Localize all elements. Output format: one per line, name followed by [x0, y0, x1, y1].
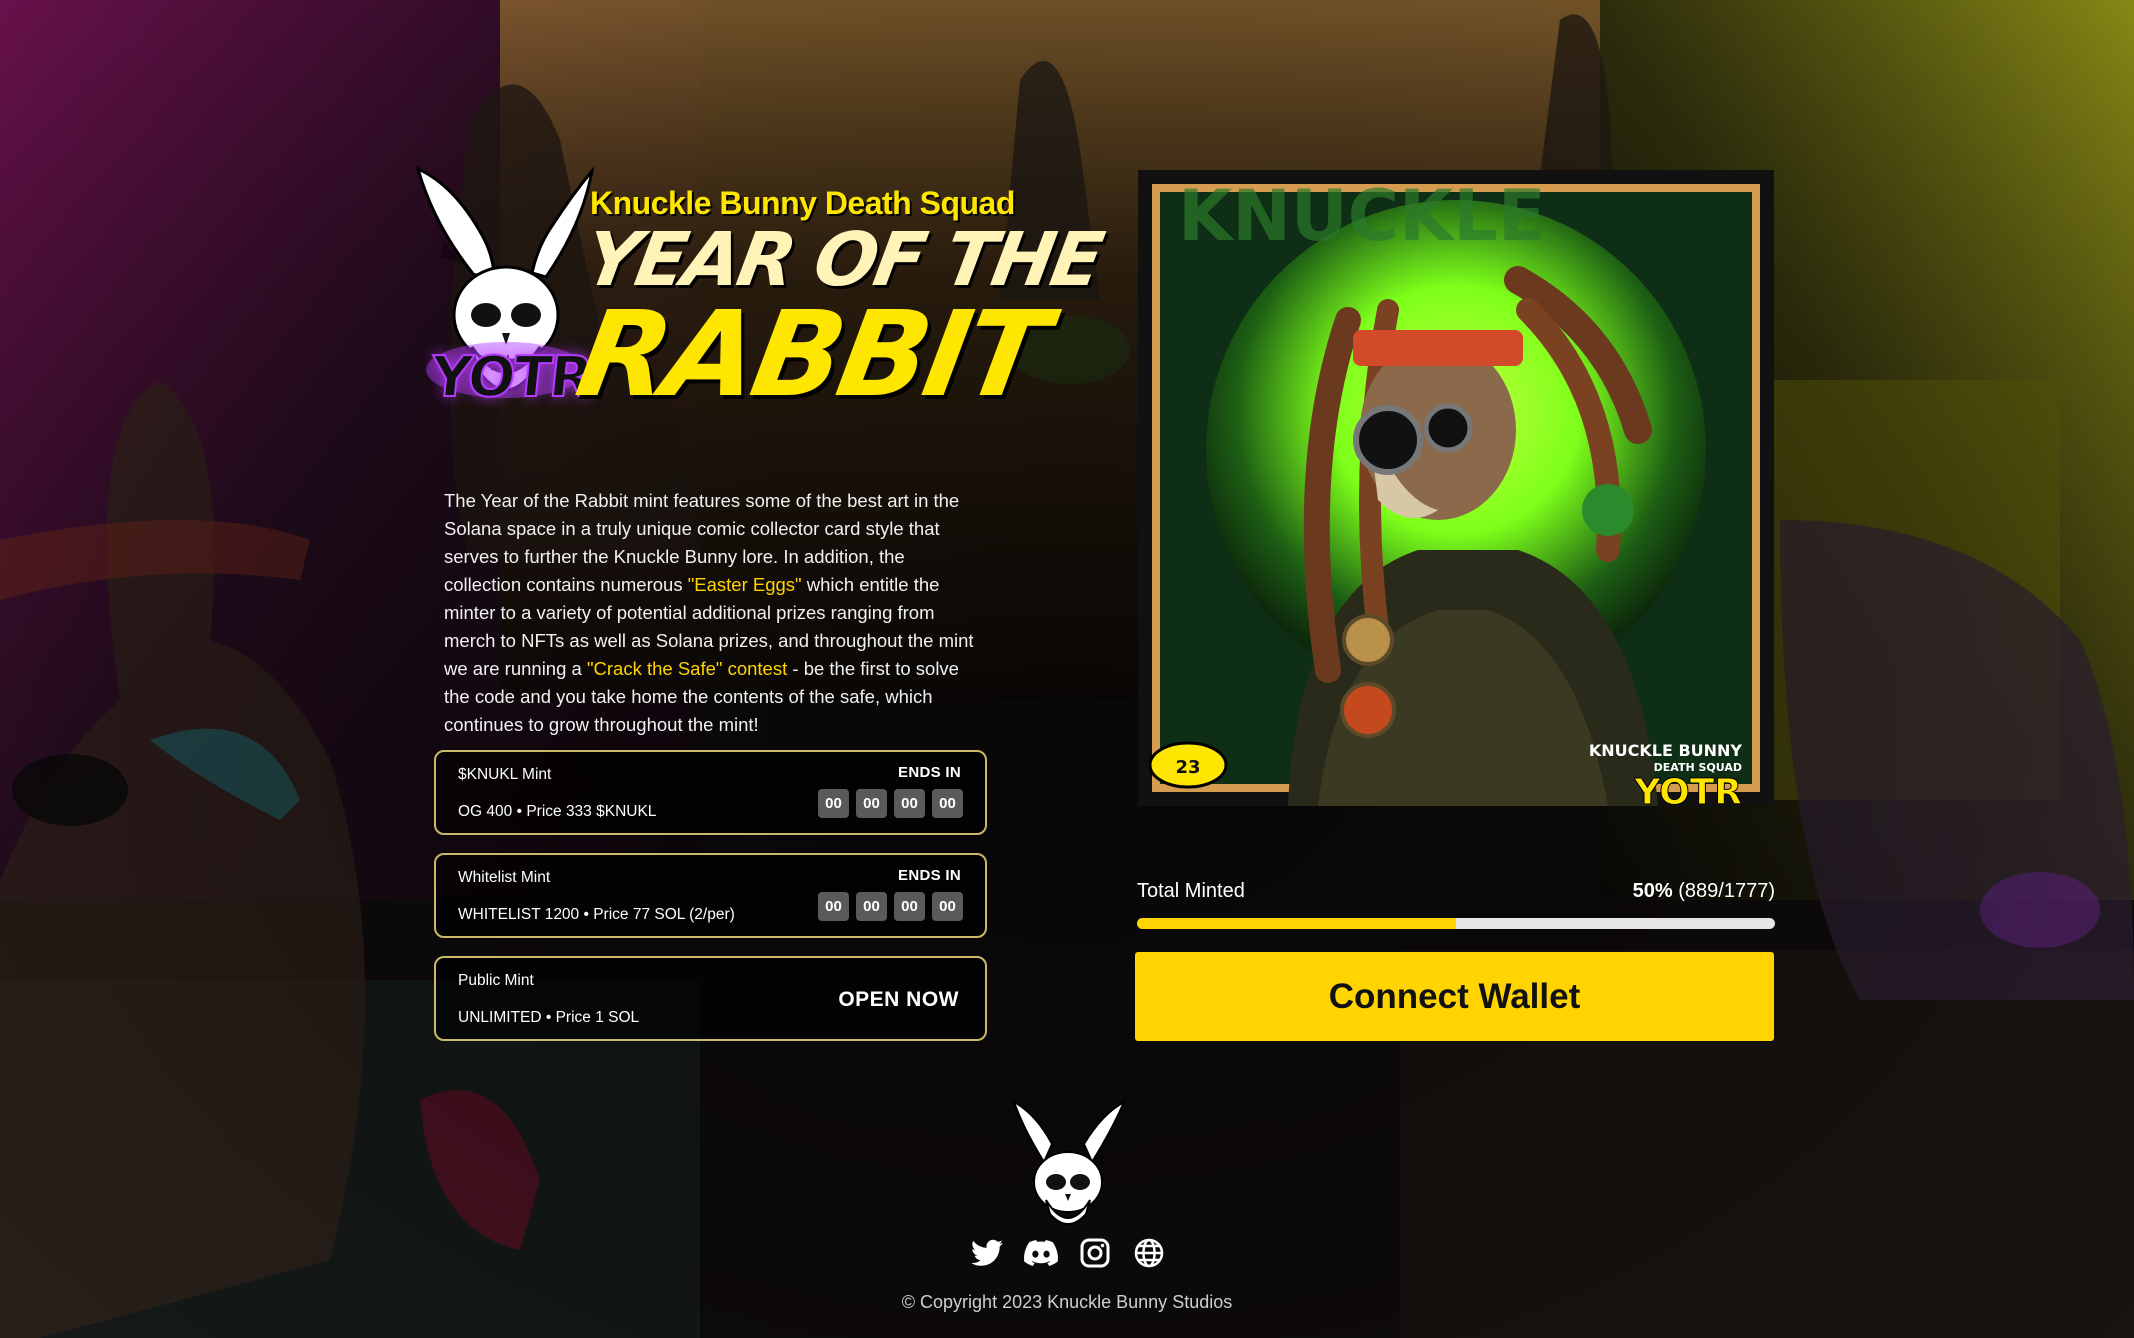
- mint-progress-fill: [1137, 918, 1457, 929]
- discord-icon[interactable]: [1024, 1236, 1058, 1270]
- collection-description: The Year of the Rabbit mint features som…: [444, 487, 984, 739]
- phase-status: ENDS IN: [898, 764, 961, 781]
- knuckle-number: 23: [1175, 757, 1200, 778]
- mint-phase-whitelist: Whitelist Mint WHITELIST 1200 • Price 77…: [434, 853, 987, 938]
- countdown-days: 00: [818, 789, 849, 818]
- countdown-seconds: 00: [932, 789, 963, 818]
- countdown-hours: 00: [856, 789, 887, 818]
- countdown-seconds: 00: [932, 892, 963, 921]
- brass-knuckle-badge: 23: [1148, 741, 1228, 789]
- total-minted-label: Total Minted: [1137, 880, 1245, 902]
- countdown-timer: 00 00 00 00: [818, 892, 963, 921]
- crack-the-safe-link[interactable]: "Crack the Safe": [587, 658, 723, 679]
- phase-name: Public Mint: [458, 972, 534, 989]
- headline-rabbit: RABBIT: [567, 285, 1055, 423]
- countdown-days: 00: [818, 892, 849, 921]
- globe-icon[interactable]: [1132, 1236, 1166, 1270]
- mint-phase-knukl: $KNUKL Mint OG 400 • Price 333 $KNUKL EN…: [434, 750, 987, 835]
- phase-detail: WHITELIST 1200 • Price 77 SOL (2/per): [458, 906, 735, 923]
- footer-rabbit-skull-icon: [1012, 1100, 1126, 1225]
- countdown-minutes: 00: [894, 892, 925, 921]
- instagram-icon[interactable]: [1078, 1236, 1112, 1270]
- svg-text:KNUCKLE: KNUCKLE: [1178, 175, 1546, 257]
- card-yotr-label: YOTR: [1633, 772, 1742, 806]
- phase-detail: OG 400 • Price 333 $KNUKL: [458, 803, 657, 820]
- countdown-minutes: 00: [894, 789, 925, 818]
- card-brand-line1: KNUCKLE BUNNY: [1589, 741, 1743, 760]
- phase-status: ENDS IN: [898, 867, 961, 884]
- nft-card-image: KNUCKLE 23 KNUCKLE BUNNY DEATH SQUAD YOT…: [1148, 175, 1760, 806]
- phase-name: Whitelist Mint: [458, 869, 551, 886]
- minted-count: (889/1777): [1678, 880, 1775, 902]
- total-minted-value: 50% (889/1777): [1633, 880, 1775, 903]
- easter-eggs-highlight: "Easter Eggs": [687, 573, 802, 595]
- countdown-timer: 00 00 00 00: [818, 789, 963, 818]
- phase-detail: UNLIMITED • Price 1 SOL: [458, 1009, 640, 1026]
- phase-open-status: OPEN NOW: [838, 988, 959, 1011]
- minted-percent: 50%: [1632, 880, 1673, 902]
- mint-progress-bar: [1137, 918, 1775, 929]
- contest-word[interactable]: contest: [722, 658, 788, 679]
- phase-name: $KNUKL Mint: [458, 766, 552, 783]
- connect-wallet-button[interactable]: Connect Wallet: [1135, 952, 1774, 1041]
- copyright-text: © Copyright 2023 Knuckle Bunny Studios: [901, 1292, 1233, 1312]
- collection-logo: YOTR Knuckle Bunny Death Squad YEAR OF T…: [414, 165, 1107, 465]
- social-links: [970, 1236, 1166, 1270]
- twitter-icon[interactable]: [970, 1236, 1004, 1270]
- mint-phase-public: Public Mint UNLIMITED • Price 1 SOL OPEN…: [434, 956, 987, 1041]
- countdown-hours: 00: [856, 892, 887, 921]
